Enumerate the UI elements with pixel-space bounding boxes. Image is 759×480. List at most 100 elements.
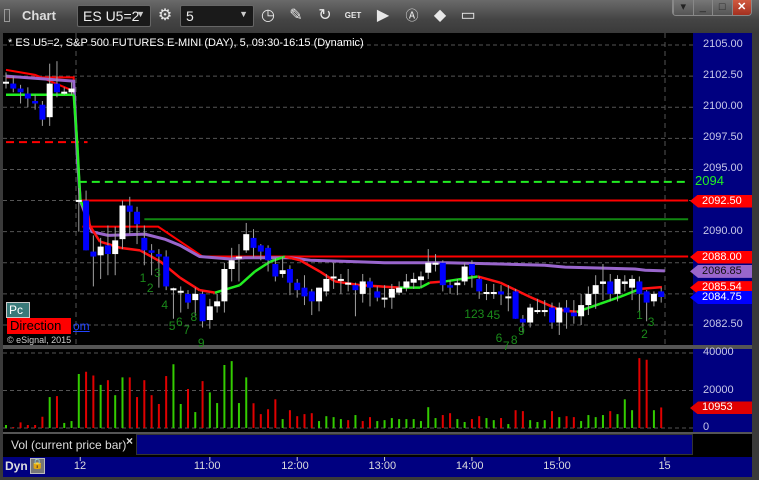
candle-body bbox=[46, 83, 53, 118]
candle-body bbox=[614, 278, 621, 294]
candle-body bbox=[206, 306, 213, 321]
candle-body bbox=[541, 310, 548, 313]
time-tick-label: 14:00 bbox=[455, 460, 484, 472]
candle-body bbox=[359, 281, 366, 294]
colored-ma-segment bbox=[199, 288, 216, 294]
candle-body bbox=[461, 266, 468, 282]
candle-body bbox=[636, 281, 643, 294]
candle-body bbox=[607, 281, 614, 294]
sequence-count: 8 bbox=[190, 309, 198, 324]
sequence-count: 7 bbox=[502, 339, 510, 354]
colored-ma-segment bbox=[639, 285, 663, 291]
pc-button[interactable]: Pc bbox=[6, 302, 30, 318]
candle-body bbox=[163, 256, 170, 287]
candle-body bbox=[221, 268, 228, 302]
candle-body bbox=[265, 247, 272, 261]
candle-body bbox=[549, 307, 555, 323]
candle-body bbox=[32, 100, 39, 104]
candle-body bbox=[141, 237, 148, 251]
candle-body bbox=[10, 83, 17, 89]
sequence-count: 9 bbox=[518, 324, 525, 339]
candle-body bbox=[490, 292, 497, 295]
candle-body bbox=[228, 260, 235, 269]
candle-body bbox=[563, 307, 570, 313]
sequence-count: 5 bbox=[168, 319, 176, 334]
sequence-count: 123 bbox=[464, 307, 485, 322]
candle-body bbox=[235, 256, 242, 259]
candle-body bbox=[68, 88, 75, 93]
sequence-count: 7 bbox=[183, 323, 190, 338]
colored-ma-segment bbox=[359, 283, 400, 289]
candle-body bbox=[367, 281, 373, 288]
sequence-count: 1 bbox=[139, 270, 147, 285]
candle-body bbox=[374, 291, 381, 298]
candle-body bbox=[556, 307, 563, 323]
candle-body bbox=[388, 288, 395, 298]
candle-body bbox=[498, 291, 505, 295]
colored-ma-segment bbox=[120, 246, 141, 252]
candle-body bbox=[134, 211, 141, 225]
sequence-count: 2 bbox=[146, 280, 154, 295]
slow-ma-line bbox=[5, 74, 665, 273]
candle-body bbox=[447, 285, 454, 288]
candle-body bbox=[83, 200, 90, 251]
sequence-count: 45 bbox=[486, 308, 501, 323]
colored-ma-segment bbox=[238, 270, 256, 287]
colored-ma-segment bbox=[419, 281, 431, 289]
price-tick-label: 2095.00 bbox=[703, 162, 743, 175]
volume-tag: 10953 bbox=[690, 401, 752, 415]
candle-body bbox=[61, 91, 68, 94]
candle-body bbox=[534, 310, 541, 313]
candle-body bbox=[585, 293, 592, 306]
candle-body bbox=[621, 281, 628, 284]
price-tick-label: 2105.00 bbox=[703, 38, 743, 50]
candle-body bbox=[483, 292, 490, 295]
candle-body bbox=[24, 93, 31, 99]
sequence-count: 6 bbox=[175, 314, 183, 329]
candle-body bbox=[476, 278, 483, 292]
price-tag: 2092.50 bbox=[690, 194, 752, 208]
sequence-count: 3 bbox=[647, 314, 655, 329]
candle-body bbox=[345, 282, 352, 285]
time-tick-label: 15 bbox=[658, 460, 671, 472]
sequence-count: 6 bbox=[495, 330, 503, 345]
candle-body bbox=[527, 307, 534, 323]
candle-body bbox=[323, 278, 330, 292]
copyright-text: © eSignal, 2015 bbox=[7, 335, 72, 345]
candle-body bbox=[192, 293, 199, 301]
candle-body bbox=[403, 281, 410, 288]
candle-body bbox=[3, 81, 9, 84]
candle-body bbox=[316, 287, 323, 302]
candle-body bbox=[352, 285, 359, 291]
time-tick-label: 11:00 bbox=[193, 460, 221, 472]
sequence-count: 4 bbox=[161, 298, 169, 313]
time-tick-label: 12 bbox=[73, 460, 87, 472]
candle-body bbox=[650, 293, 657, 302]
candle-body bbox=[155, 254, 162, 257]
candle-body bbox=[381, 297, 388, 300]
overlay-link[interactable]: om bbox=[73, 319, 90, 333]
volume-tick-label: 40000 bbox=[703, 346, 734, 358]
sequence-count: 1 bbox=[636, 308, 643, 323]
price-tick-label: 2102.50 bbox=[703, 69, 743, 82]
candle-body bbox=[599, 281, 606, 284]
price-tick-label: 2097.50 bbox=[703, 131, 743, 144]
candle-body bbox=[199, 293, 206, 322]
candle-body bbox=[505, 296, 512, 299]
candle-body bbox=[112, 240, 119, 255]
candle-body bbox=[439, 262, 446, 286]
price-tick-label: 2090.00 bbox=[703, 224, 743, 237]
candle-body bbox=[39, 104, 46, 120]
volume-tick-label: 20000 bbox=[703, 383, 734, 396]
price-tag: 2088.00 bbox=[690, 250, 752, 264]
candle-body bbox=[286, 268, 293, 283]
candle-body bbox=[410, 278, 417, 283]
level-label-2094: 2094 bbox=[695, 172, 724, 188]
chart-symbol-info: * ES U5=2, S&P 500 FUTURES E-MINI (DAY),… bbox=[8, 37, 364, 49]
candle-body bbox=[90, 251, 97, 257]
candle-body bbox=[170, 288, 177, 291]
candle-body bbox=[257, 245, 264, 252]
candle-body bbox=[279, 270, 286, 274]
candle-body bbox=[17, 88, 24, 93]
candle-body bbox=[330, 276, 337, 279]
